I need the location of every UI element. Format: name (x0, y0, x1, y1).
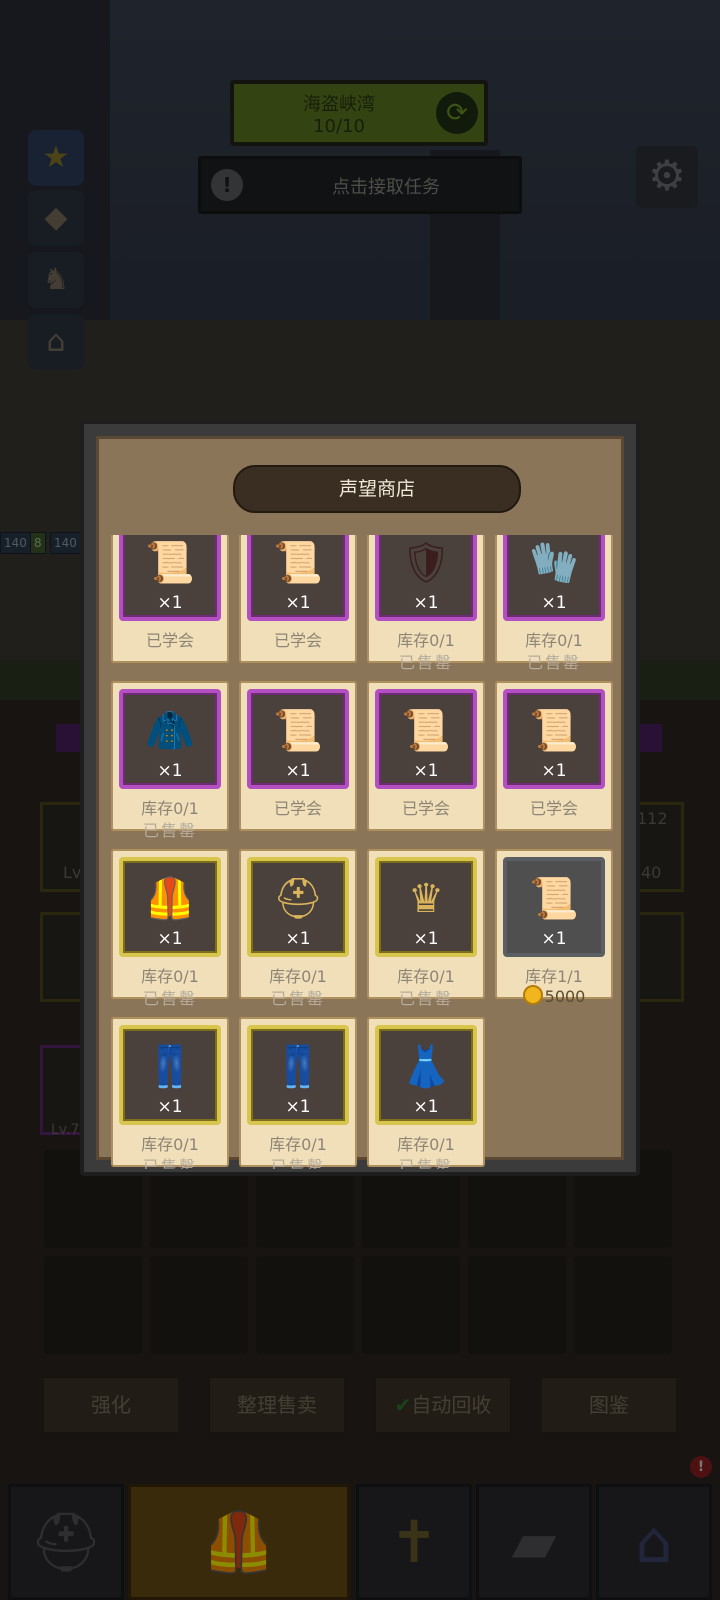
reputation-shop-modal: 声望商店 📜 ×1 已学会 📜 ×1 已学会 🛡 ×1 库存0/1 已售罄 🧤 ×1 库存0/1 已售罄 🧥… (80, 420, 640, 1176)
item-status: 库存1/1 (525, 967, 583, 986)
item-thumbnail: 👗 ×1 (375, 1025, 477, 1125)
item-thumbnail: 📜 ×1 (119, 535, 221, 621)
shop-item-card[interactable]: 🛡 ×1 库存0/1 已售罄 (367, 535, 485, 672)
scroll-icon: 📜 (273, 540, 323, 586)
shop-item-card[interactable]: 🧥 ×1 库存0/1 已售罄 (111, 681, 229, 840)
item-thumbnail: ⛑ ×1 (247, 857, 349, 957)
item-status: 库存0/1 (269, 967, 327, 986)
sold-out-label: 已售罄 (270, 1157, 325, 1169)
modal-parchment: 声望商店 📜 ×1 已学会 📜 ×1 已学会 🛡 ×1 库存0/1 已售罄 🧤 ×1 库存0/1 已售罄 🧥… (96, 436, 624, 1169)
sold-out-label: 已售罄 (270, 989, 325, 1008)
item-quantity: ×1 (541, 929, 567, 949)
item-quantity: ×1 (285, 761, 311, 781)
item-status: 库存0/1 (397, 1135, 455, 1154)
item-status: 已学会 (273, 799, 322, 818)
shop-item-card[interactable]: 👖 ×1 库存0/1 已售罄 (239, 1017, 357, 1169)
dark-leg-armor-icon: 👖 (273, 1044, 323, 1090)
shop-item-list[interactable]: 📜 ×1 已学会 📜 ×1 已学会 🛡 ×1 库存0/1 已售罄 🧤 ×1 库存0/1 已售罄 🧥 ×1 库存0… (111, 535, 627, 1169)
item-status: 已学会 (145, 631, 194, 650)
item-thumbnail: 🧤 ×1 (503, 535, 605, 621)
item-thumbnail: 🦺 ×1 (119, 857, 221, 957)
item-status: 库存0/1 (141, 799, 199, 818)
item-thumbnail: 📜 ×1 (247, 689, 349, 789)
item-quantity: ×1 (157, 761, 183, 781)
shop-item-card[interactable]: 📜 ×1 已学会 (239, 535, 357, 663)
item-status: 库存0/1 (269, 1135, 327, 1154)
item-quantity: ×1 (285, 1097, 311, 1117)
sold-out-label: 已售罄 (526, 653, 581, 672)
dark-helmet-icon: ⛑ (272, 876, 324, 922)
item-quantity: ×1 (413, 761, 439, 781)
sold-out-label: 已售罄 (142, 989, 197, 1008)
item-quantity: ×1 (413, 1097, 439, 1117)
item-thumbnail: 📜 ×1 (247, 535, 349, 621)
item-thumbnail: 👖 ×1 (119, 1025, 221, 1125)
item-thumbnail: 🧥 ×1 (119, 689, 221, 789)
shop-item-card[interactable]: 📜 ×1 已学会 (495, 681, 613, 831)
item-quantity: ×1 (157, 929, 183, 949)
leg-armor-icon: 👖 (145, 1044, 195, 1090)
crown-icon: ♛ (408, 876, 444, 922)
gold-coin-icon (522, 985, 543, 1005)
scroll-icon: 📜 (401, 708, 451, 754)
shop-item-card[interactable]: 👗 ×1 库存0/1 已售罄 (367, 1017, 485, 1169)
item-status: 库存0/1 (141, 1135, 199, 1154)
shop-item-card[interactable]: 📜 ×1 已学会 (239, 681, 357, 831)
scroll-icon: 📜 (145, 540, 195, 586)
shoulder-armor-icon: 🛡 (400, 540, 452, 586)
shop-item-card[interactable]: 📜 ×1 已学会 (367, 681, 485, 831)
modal-title: 声望商店 (338, 478, 415, 500)
item-thumbnail: 📜 ×1 (503, 857, 605, 957)
sold-out-label: 已售罄 (142, 821, 197, 840)
item-status: 库存0/1 (397, 631, 455, 650)
item-quantity: ×1 (285, 929, 311, 949)
item-price[interactable]: 5000 (497, 985, 611, 1006)
gauntlet-icon: 🧤 (529, 540, 579, 586)
shop-item-card[interactable]: 📜 ×1 已学会 (111, 535, 229, 663)
scroll-icon: 📜 (273, 708, 323, 754)
item-quantity: ×1 (285, 593, 311, 613)
item-status: 库存0/1 (525, 631, 583, 650)
shop-item-card[interactable]: 🦺 ×1 库存0/1 已售罄 (111, 849, 229, 1008)
chest-armor-icon: 🦺 (145, 876, 195, 922)
item-thumbnail: 👖 ×1 (247, 1025, 349, 1125)
item-quantity: ×1 (157, 593, 183, 613)
sold-out-label: 已售罄 (142, 1157, 197, 1169)
scroll-icon: 📜 (529, 708, 579, 754)
item-quantity: ×1 (157, 1097, 183, 1117)
scroll-icon: 📜 (529, 876, 579, 922)
item-status: 库存0/1 (397, 967, 455, 986)
sold-out-label: 已售罄 (398, 989, 453, 1008)
sold-out-label: 已售罄 (398, 653, 453, 672)
price-amount: 5000 (544, 987, 586, 1006)
item-status: 已学会 (529, 799, 578, 818)
item-quantity: ×1 (413, 929, 439, 949)
item-thumbnail: 📜 ×1 (375, 689, 477, 789)
shop-item-card[interactable]: ⛑ ×1 库存0/1 已售罄 (239, 849, 357, 1008)
item-quantity: ×1 (413, 593, 439, 613)
item-status: 已学会 (401, 799, 450, 818)
shop-item-card[interactable]: ♛ ×1 库存0/1 已售罄 (367, 849, 485, 1008)
shop-item-card[interactable]: 👖 ×1 库存0/1 已售罄 (111, 1017, 229, 1169)
sold-out-label: 已售罄 (398, 1157, 453, 1169)
item-thumbnail: ♛ ×1 (375, 857, 477, 957)
modal-title-banner: 声望商店 (233, 465, 521, 513)
skirt-armor-icon: 👗 (401, 1044, 451, 1090)
cape-icon: 🧥 (145, 708, 195, 754)
item-thumbnail: 📜 ×1 (503, 689, 605, 789)
item-thumbnail: 🛡 ×1 (375, 535, 477, 621)
shop-item-card[interactable]: 📜 ×1 库存1/1 5000 (495, 849, 613, 1006)
item-quantity: ×1 (541, 761, 567, 781)
item-status: 库存0/1 (141, 967, 199, 986)
shop-item-card[interactable]: 🧤 ×1 库存0/1 已售罄 (495, 535, 613, 672)
item-quantity: ×1 (541, 593, 567, 613)
item-status: 已学会 (273, 631, 322, 650)
